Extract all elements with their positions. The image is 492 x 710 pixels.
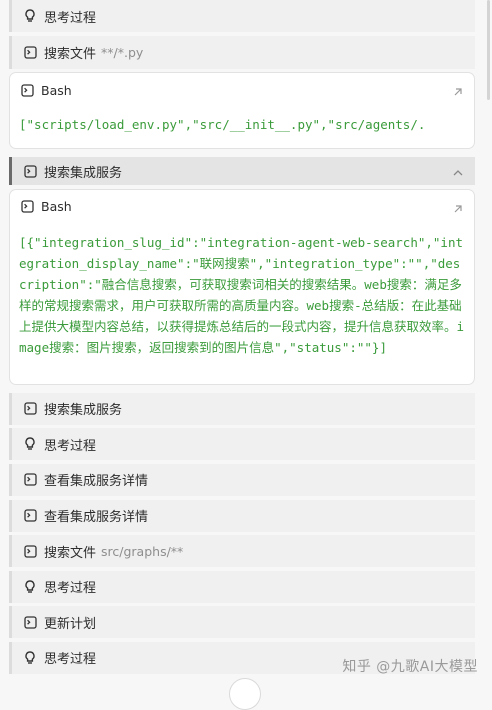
step-label: 思考过程 (44, 10, 97, 26)
bulb-icon (23, 651, 37, 665)
terminal-icon (23, 473, 37, 487)
step-label: 思考过程 (44, 652, 97, 668)
step-label: 搜索集成服务 (44, 403, 123, 419)
open-external-icon[interactable] (452, 200, 463, 219)
step-pattern: src/graphs/** (101, 543, 184, 559)
card-title: Bash (41, 82, 72, 98)
scroll-down-button[interactable] (229, 678, 261, 710)
card-header[interactable]: Bash (10, 73, 474, 107)
step-search-integration[interactable]: 搜索集成服务 (9, 392, 475, 425)
step-label: 查看集成服务详情 (44, 510, 149, 526)
step-thinking[interactable]: 思考过程 (9, 428, 475, 461)
step-view-integration-details[interactable]: 查看集成服务详情 (9, 463, 475, 496)
step-thinking[interactable]: 思考过程 (9, 0, 475, 32)
step-label: 搜索文件 (44, 545, 97, 561)
scrollbar[interactable] (487, 0, 490, 100)
bulb-icon (23, 580, 37, 594)
activity-feed: 思考过程 搜索文件 **/*.py Bash ["scripts/load_en… (9, 0, 475, 678)
step-thinking[interactable]: 思考过程 (9, 570, 475, 603)
step-pattern: **/*.py (101, 44, 144, 60)
bash-output-card: Bash ["scripts/load_env.py","src/__init_… (9, 72, 475, 150)
bulb-icon (23, 9, 37, 23)
bash-output-card: Bash [{"integration_slug_id":"integratio… (9, 188, 475, 385)
terminal-icon (21, 200, 34, 213)
terminal-icon (23, 544, 37, 558)
step-label: 思考过程 (44, 581, 97, 597)
watermark: 知乎 @九歌AI大模型 (342, 659, 478, 675)
chevron-up-icon[interactable] (453, 166, 463, 181)
step-update-plan[interactable]: 更新计划 (9, 606, 475, 639)
terminal-icon (21, 84, 34, 97)
step-label: 搜索集成服务 (44, 165, 123, 181)
terminal-icon (23, 402, 37, 416)
step-label: 更新计划 (44, 616, 97, 632)
bulb-icon (23, 437, 37, 451)
card-header[interactable]: Bash (10, 190, 474, 224)
open-external-icon[interactable] (452, 83, 463, 102)
terminal-icon (23, 45, 37, 59)
agent-activity-page: { "steps": [ {"label": "思考过程", "icon": "… (0, 0, 492, 710)
step-view-integration-details[interactable]: 查看集成服务详情 (9, 499, 475, 532)
step-label: 查看集成服务详情 (44, 474, 149, 490)
step-search-files[interactable]: 搜索文件 **/*.py (9, 35, 475, 69)
step-search-integration[interactable]: 搜索集成服务 (9, 157, 475, 186)
card-title: Bash (41, 199, 72, 215)
terminal-icon (23, 615, 37, 629)
step-search-files[interactable]: 搜索文件 src/graphs/** (9, 535, 475, 568)
step-label: 搜索文件 (44, 46, 97, 62)
terminal-icon (23, 164, 37, 178)
step-label: 思考过程 (44, 438, 97, 454)
terminal-icon (23, 509, 37, 523)
command-output: ["scripts/load_env.py","src/__init__.py"… (19, 117, 426, 133)
command-output: [{"integration_slug_id":"integration-age… (19, 234, 465, 355)
